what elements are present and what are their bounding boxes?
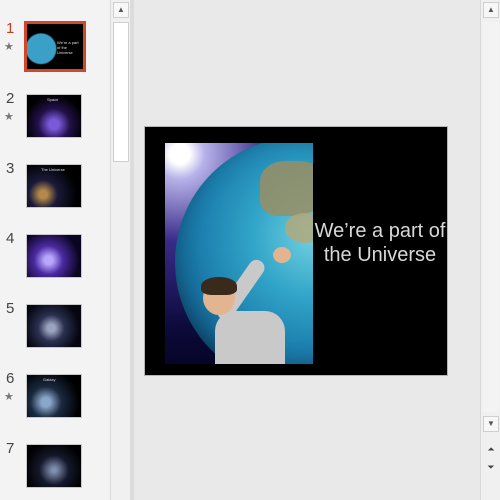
scrollbar-track[interactable] [483,22,499,412]
slide-thumbnail-3[interactable]: 3 The Universe [0,160,110,220]
thumb-title: The Universe [41,167,65,172]
slide-thumbnail-1[interactable]: 1 ★ We're a part of the Universe [0,20,110,80]
slide-title-textbox[interactable]: We’re a part of the Universe [313,219,447,267]
slide-preview[interactable] [26,234,82,278]
slide-number: 5 [6,300,15,317]
slide-number: 3 [6,160,15,177]
slide-number: 7 [6,440,15,457]
slide-title-line-1: We’re a part of [314,220,446,242]
animation-star-icon: ★ [4,391,14,403]
scrollbar-thumb[interactable] [113,22,129,162]
slide-preview[interactable]: Galaxy [26,374,82,418]
slide-thumbnail-6[interactable]: 6 ★ Galaxy [0,370,110,430]
slide-number: 6 [6,370,15,387]
slide-title-line-2: the Universe [323,244,437,266]
boy-hair-shape [201,277,237,295]
slide-preview[interactable] [26,304,82,348]
next-slide-icon[interactable]: ⏷ [483,460,499,474]
slide-editing-area: We’re a part of the Universe [134,0,480,500]
slide-preview[interactable]: The Universe [26,164,82,208]
slide-thumbnail-4[interactable]: 4 [0,230,110,290]
continent-shape [260,161,313,216]
current-slide[interactable]: We’re a part of the Universe [144,126,448,376]
scroll-down-button[interactable]: ▼ [483,416,499,432]
boy-hand-shape [273,247,291,263]
earth-boy-picture[interactable] [165,143,313,364]
thumb-title: Galaxy [43,377,56,382]
animation-star-icon: ★ [4,111,14,123]
slide-thumbnail-2[interactable]: 2 ★ Space [0,90,110,150]
thumb-title: We're a part of the Universe [57,40,79,55]
thumbnail-pane-scrollbar[interactable]: ▲ [110,0,131,500]
slide-number: 2 [6,90,15,107]
scroll-up-button[interactable]: ▲ [483,2,499,18]
animation-star-icon: ★ [4,41,14,53]
boy-body-shape [215,311,285,364]
previous-slide-icon[interactable]: ⏶ [483,442,499,456]
main-vertical-scrollbar[interactable]: ▲ ▼ ⏶ ⏷ [480,0,500,500]
slide-thumbnail-7[interactable]: 7 [0,440,110,500]
scroll-up-button[interactable]: ▲ [113,2,129,18]
slide-number: 1 [6,20,15,37]
slide-preview[interactable] [26,444,82,488]
slide-thumbnail-pane: 1 ★ We're a part of the Universe 2 ★ Spa… [0,0,110,500]
slide-preview[interactable]: We're a part of the Universe [24,21,86,72]
slide-thumbnail-5[interactable]: 5 [0,300,110,360]
thumb-title: Space [47,97,59,102]
slide-number: 4 [6,230,15,247]
slide-preview[interactable]: Space [26,94,82,138]
